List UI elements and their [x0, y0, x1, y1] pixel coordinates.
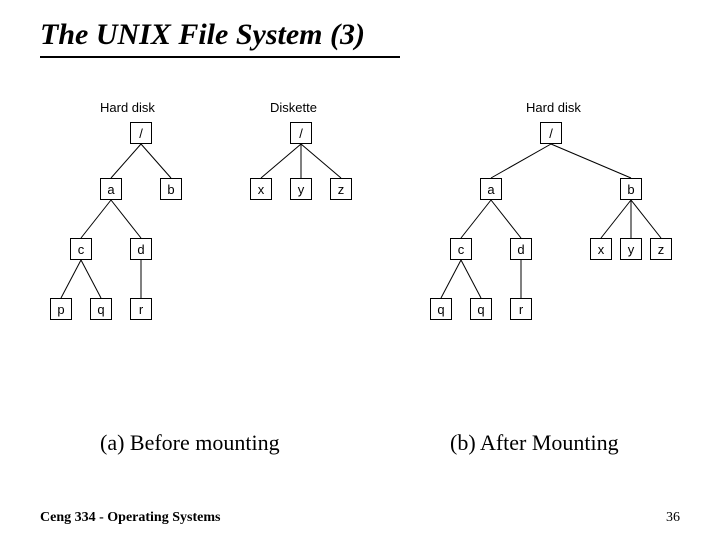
node-q: q — [470, 298, 492, 320]
node-b: b — [620, 178, 642, 200]
tree-diskette: Diskette / x y z — [230, 100, 370, 260]
node-q: q — [90, 298, 112, 320]
slide-title: The UNIX File System (3) — [40, 18, 365, 52]
node-x: x — [250, 178, 272, 200]
node-x: x — [590, 238, 612, 260]
node-d: d — [130, 238, 152, 260]
node-r: r — [130, 298, 152, 320]
tree-before-harddisk: Hard disk / a b c d p q r — [40, 100, 220, 400]
node-z: z — [330, 178, 352, 200]
node-z: z — [650, 238, 672, 260]
caption-after: (b) After Mounting — [450, 430, 619, 456]
node-a: a — [480, 178, 502, 200]
node-y: y — [620, 238, 642, 260]
node-r: r — [510, 298, 532, 320]
node-y: y — [290, 178, 312, 200]
title-underline — [40, 56, 400, 58]
node-a: a — [100, 178, 122, 200]
node-root: / — [290, 122, 312, 144]
footer-course: Ceng 334 - Operating Systems — [40, 510, 220, 526]
node-c: c — [70, 238, 92, 260]
caption-before: (a) Before mounting — [100, 430, 280, 456]
node-root: / — [130, 122, 152, 144]
node-d: d — [510, 238, 532, 260]
node-c: c — [450, 238, 472, 260]
node-q: q — [430, 298, 452, 320]
tree-after-harddisk: Hard disk / a b c d x y z q q r — [420, 100, 700, 400]
page-number: 36 — [666, 510, 680, 526]
node-root: / — [540, 122, 562, 144]
node-p: p — [50, 298, 72, 320]
node-b: b — [160, 178, 182, 200]
